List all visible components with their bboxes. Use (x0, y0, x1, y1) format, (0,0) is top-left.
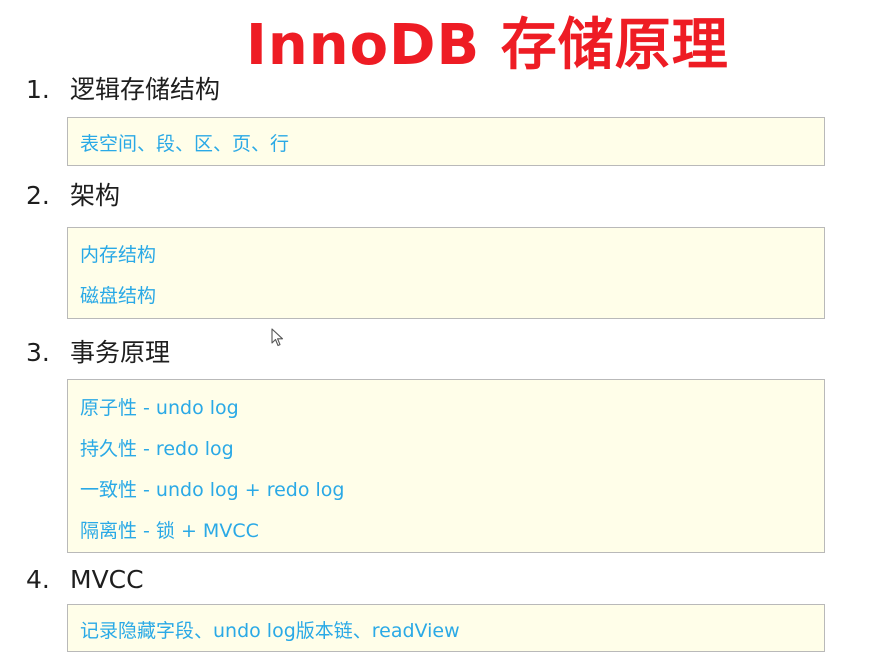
section-number: 3. (26, 338, 50, 367)
section-number: 1. (26, 75, 50, 104)
slide: InnoDB 存储原理 1. 逻辑存储结构 表空间、段、区、页、行 2. 架构 内存… (0, 0, 894, 671)
section-number: 4. (26, 565, 50, 594)
section-box-2: 内存结构 磁盘结构 (67, 227, 825, 319)
list-item: 表空间、段、区、页、行 (80, 133, 290, 155)
list-item: 记录隐藏字段、undo log版本链、readView (80, 620, 460, 642)
section-title: 事务原理 (70, 338, 171, 367)
section-heading-3: 3. 事务原理 (26, 335, 170, 371)
list-item: 磁盘结构 (80, 285, 157, 307)
list-item: 内存结构 (80, 244, 157, 266)
page-title: InnoDB 存储原理 (246, 13, 729, 78)
section-box-4: 记录隐藏字段、undo log版本链、readView (67, 604, 825, 652)
section-heading-1: 1. 逻辑存储结构 (26, 72, 220, 108)
list-item: 一致性 - undo log + redo log (80, 479, 345, 501)
section-heading-2: 2. 架构 (26, 178, 120, 214)
section-number: 2. (26, 181, 50, 210)
section-heading-4: 4. MVCC (26, 562, 144, 598)
list-item: 隔离性 - 锁 + MVCC (80, 520, 259, 542)
section-box-3: 原子性 - undo log 持久性 - redo log 一致性 - undo… (67, 379, 825, 553)
list-item: 原子性 - undo log (80, 397, 239, 419)
section-title: 架构 (70, 181, 121, 210)
section-title: MVCC (70, 565, 144, 594)
list-item: 持久性 - redo log (80, 438, 234, 460)
section-title: 逻辑存储结构 (70, 75, 221, 104)
section-box-1: 表空间、段、区、页、行 (67, 117, 825, 166)
mouse-pointer-icon (271, 328, 284, 347)
